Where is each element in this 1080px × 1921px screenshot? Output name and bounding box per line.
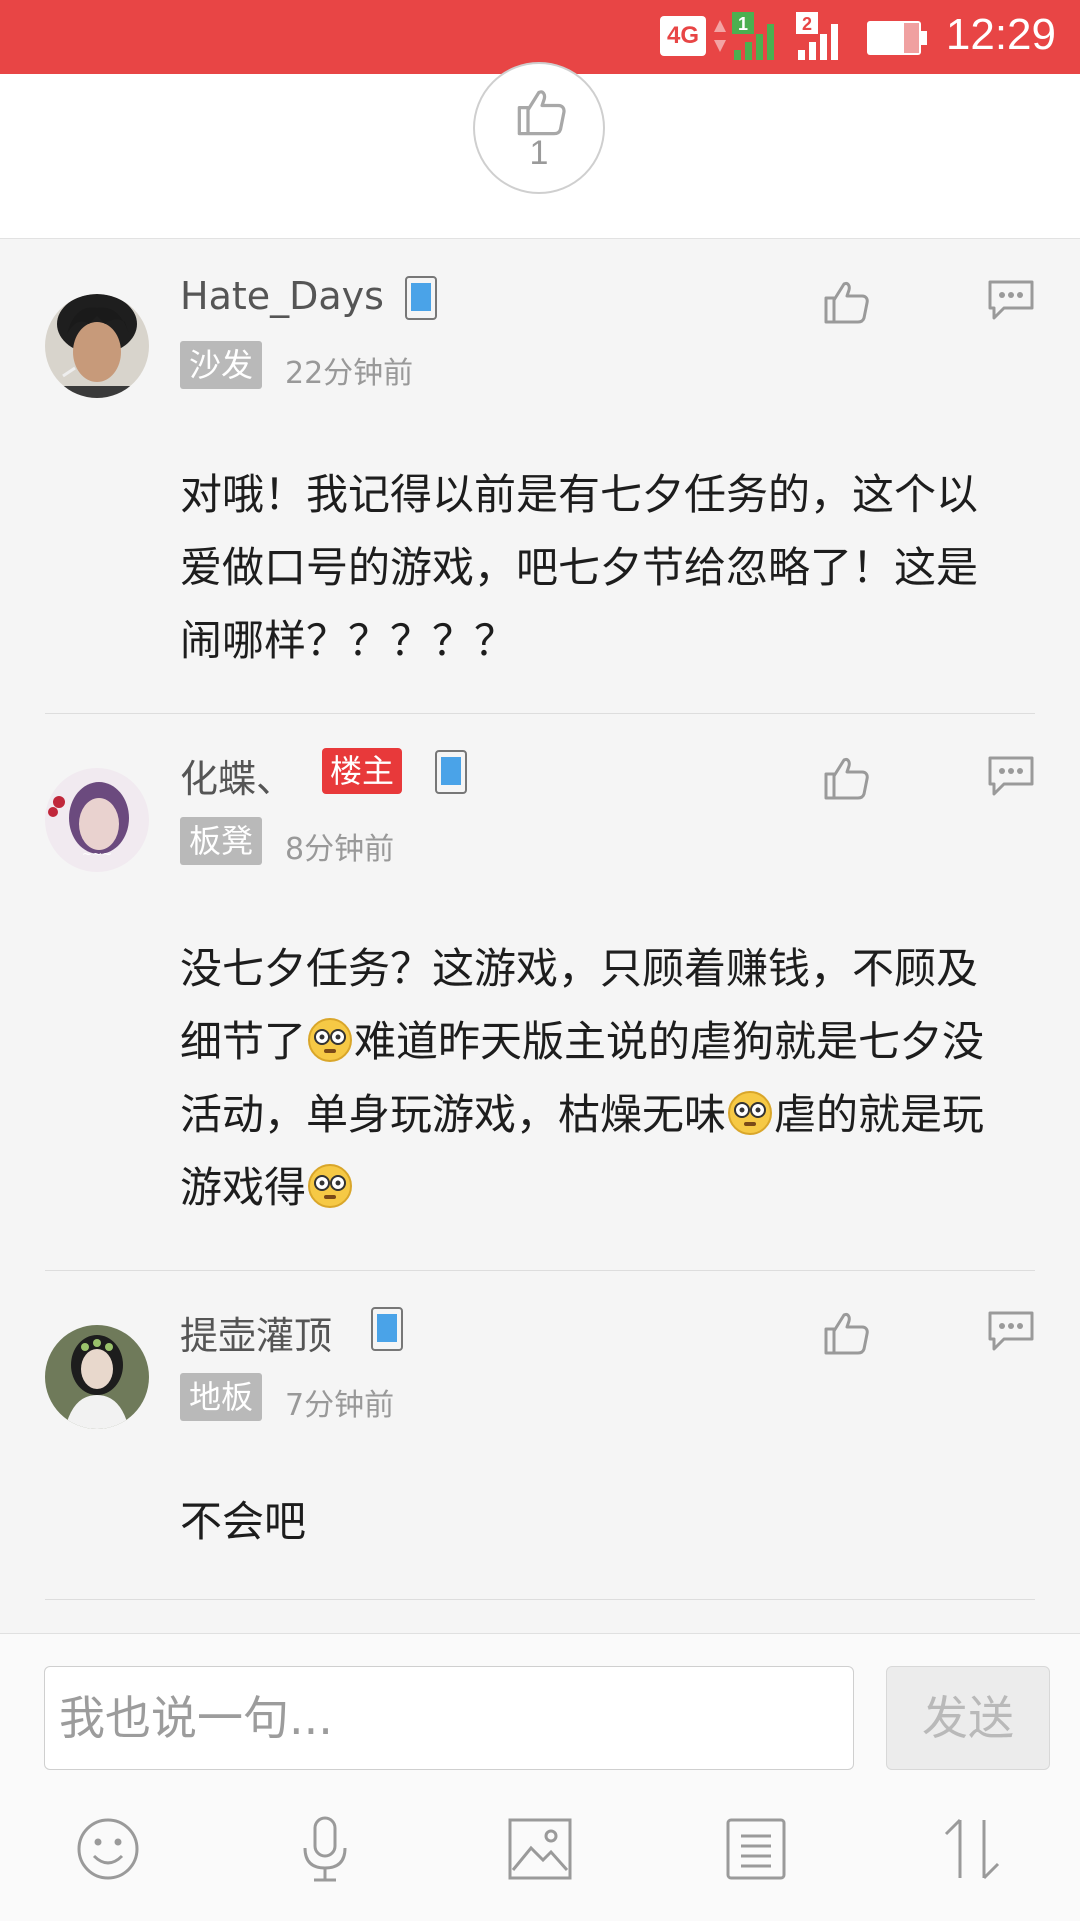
reply-input[interactable] [44,1666,854,1770]
post-like-area: 1 [0,62,1080,239]
mobile-client-icon [435,750,467,794]
username[interactable]: 化蝶、 [180,748,294,803]
sim1-signal-icon: 1 [732,12,774,60]
comment-like-button[interactable] [822,278,870,326]
sim1-label: 1 [738,14,748,34]
comment-like-button[interactable] [822,1309,870,1357]
post-like-count: 1 [529,134,549,172]
svg-text:~~~: ~~~ [82,847,112,861]
avatar[interactable] [45,1325,149,1429]
send-button[interactable]: 发送 [886,1666,1050,1770]
comment-time: 7分钟前 [285,1388,395,1423]
data-activity-icon [714,20,726,52]
divider [45,1599,1035,1600]
comment-like-button[interactable] [822,754,870,802]
comment-time: 8分钟前 [285,832,395,867]
dazed-face-emoji-icon [308,1018,353,1062]
comment-text: 不会吧 [180,1497,307,1546]
mobile-client-icon [405,276,437,320]
username[interactable]: Hate_Days [180,274,384,318]
comment-reply-button[interactable] [986,278,1036,322]
avatar[interactable]: ~~~ [45,768,149,872]
username[interactable]: 提壶灌顶 [180,1305,332,1360]
comment-text: 对哦！我记得以前是有七夕任务的，这个以爱做口号的游戏，吧七夕节给忽略了！这是闹哪… [180,470,979,665]
mobile-client-icon [371,1307,403,1351]
post-like-button[interactable]: 1 [473,62,605,194]
comment-time: 22分钟前 [285,356,414,391]
list-icon[interactable] [721,1814,791,1884]
comment-item: Hate_Days 沙发 22分钟前 对哦！我记得以前是有七夕任务的，这个以爱做… [0,238,1080,713]
clock: 12:29 [945,10,1056,59]
floor-badge: 沙发 [180,341,263,389]
owner-badge: 楼主 [322,748,403,794]
dazed-face-emoji-icon [728,1091,773,1135]
floor-badge: 板凳 [180,817,263,865]
comment-text: 没七夕任务？这游戏，只顾着赚钱，不顾及细节了 难道昨天版主说的虐狗就是七夕没活动，… [180,932,1010,1224]
comment-item: ~~~ 化蝶、 楼主 板凳 8分钟前 没七夕任务？这游戏，只顾着赚钱，不顾及细节… [0,714,1080,1270]
dazed-face-emoji-icon [308,1164,353,1208]
sim2-signal-icon: 2 [796,12,838,60]
battery-icon [867,21,927,55]
comment-item: 提壶灌顶 地板 7分钟前 不会吧 [0,1271,1080,1599]
floor-badge: 地板 [180,1373,263,1421]
sim2-label: 2 [802,14,812,34]
comment-reply-button[interactable] [986,754,1036,798]
image-icon[interactable] [505,1814,575,1884]
thumbs-up-icon [517,90,566,136]
sort-arrows-icon[interactable] [938,1814,1008,1884]
avatar[interactable] [45,294,149,398]
network-4g-icon: 4G [660,16,706,56]
comment-reply-button[interactable] [986,1309,1036,1353]
reply-bar: 发送 [0,1633,1080,1921]
emoji-icon[interactable] [73,1814,143,1884]
microphone-icon[interactable] [290,1814,360,1884]
